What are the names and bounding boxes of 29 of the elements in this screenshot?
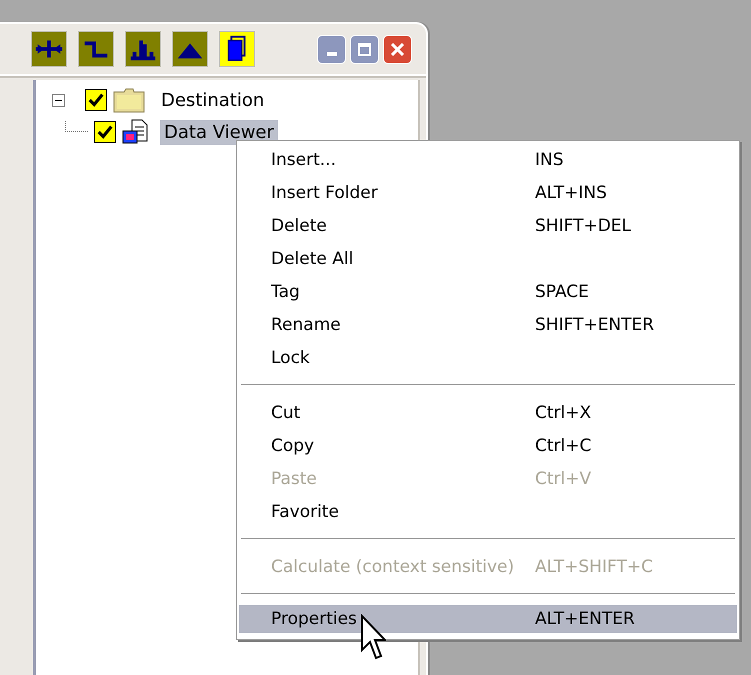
menu-item[interactable]: Rename SHIFT+ENTER bbox=[239, 308, 737, 341]
menu-item[interactable]: Tag SPACE bbox=[239, 275, 737, 308]
minimize-button[interactable] bbox=[317, 34, 346, 64]
toolbar-button[interactable] bbox=[172, 31, 208, 67]
tree-item[interactable]: Data Viewer bbox=[160, 120, 278, 144]
close-icon bbox=[391, 42, 404, 56]
menu-item[interactable]: Cut Ctrl+X bbox=[239, 396, 737, 429]
menu-item[interactable]: Lock bbox=[239, 341, 737, 374]
minimize-icon bbox=[326, 52, 336, 56]
toolbar-button[interactable] bbox=[31, 31, 67, 67]
maximize-icon bbox=[358, 42, 371, 56]
checkbox[interactable] bbox=[94, 121, 116, 143]
toolbar-button[interactable] bbox=[125, 31, 161, 67]
menu-item[interactable]: Delete All bbox=[239, 242, 737, 275]
toolbar-button[interactable] bbox=[78, 31, 114, 67]
menu-item[interactable]: Delete SHIFT+DEL bbox=[239, 209, 737, 242]
menu-item[interactable]: Favorite bbox=[239, 495, 737, 528]
tree-item[interactable]: Destination bbox=[157, 88, 268, 112]
folder-icon bbox=[113, 87, 145, 113]
menu-item[interactable]: Properties ALT+ENTER bbox=[239, 605, 737, 633]
menu-item[interactable]: Insert Folder ALT+INS bbox=[239, 176, 737, 209]
maximize-button[interactable] bbox=[350, 34, 379, 64]
collapse-toggle[interactable] bbox=[52, 94, 65, 106]
toolbar-button[interactable] bbox=[219, 31, 255, 67]
menu-item[interactable]: Copy Ctrl+C bbox=[239, 429, 737, 462]
menu-item[interactable]: Insert... INS bbox=[239, 143, 737, 176]
close-button[interactable] bbox=[383, 34, 412, 64]
document-icon bbox=[122, 119, 148, 145]
checkbox[interactable] bbox=[85, 89, 107, 111]
